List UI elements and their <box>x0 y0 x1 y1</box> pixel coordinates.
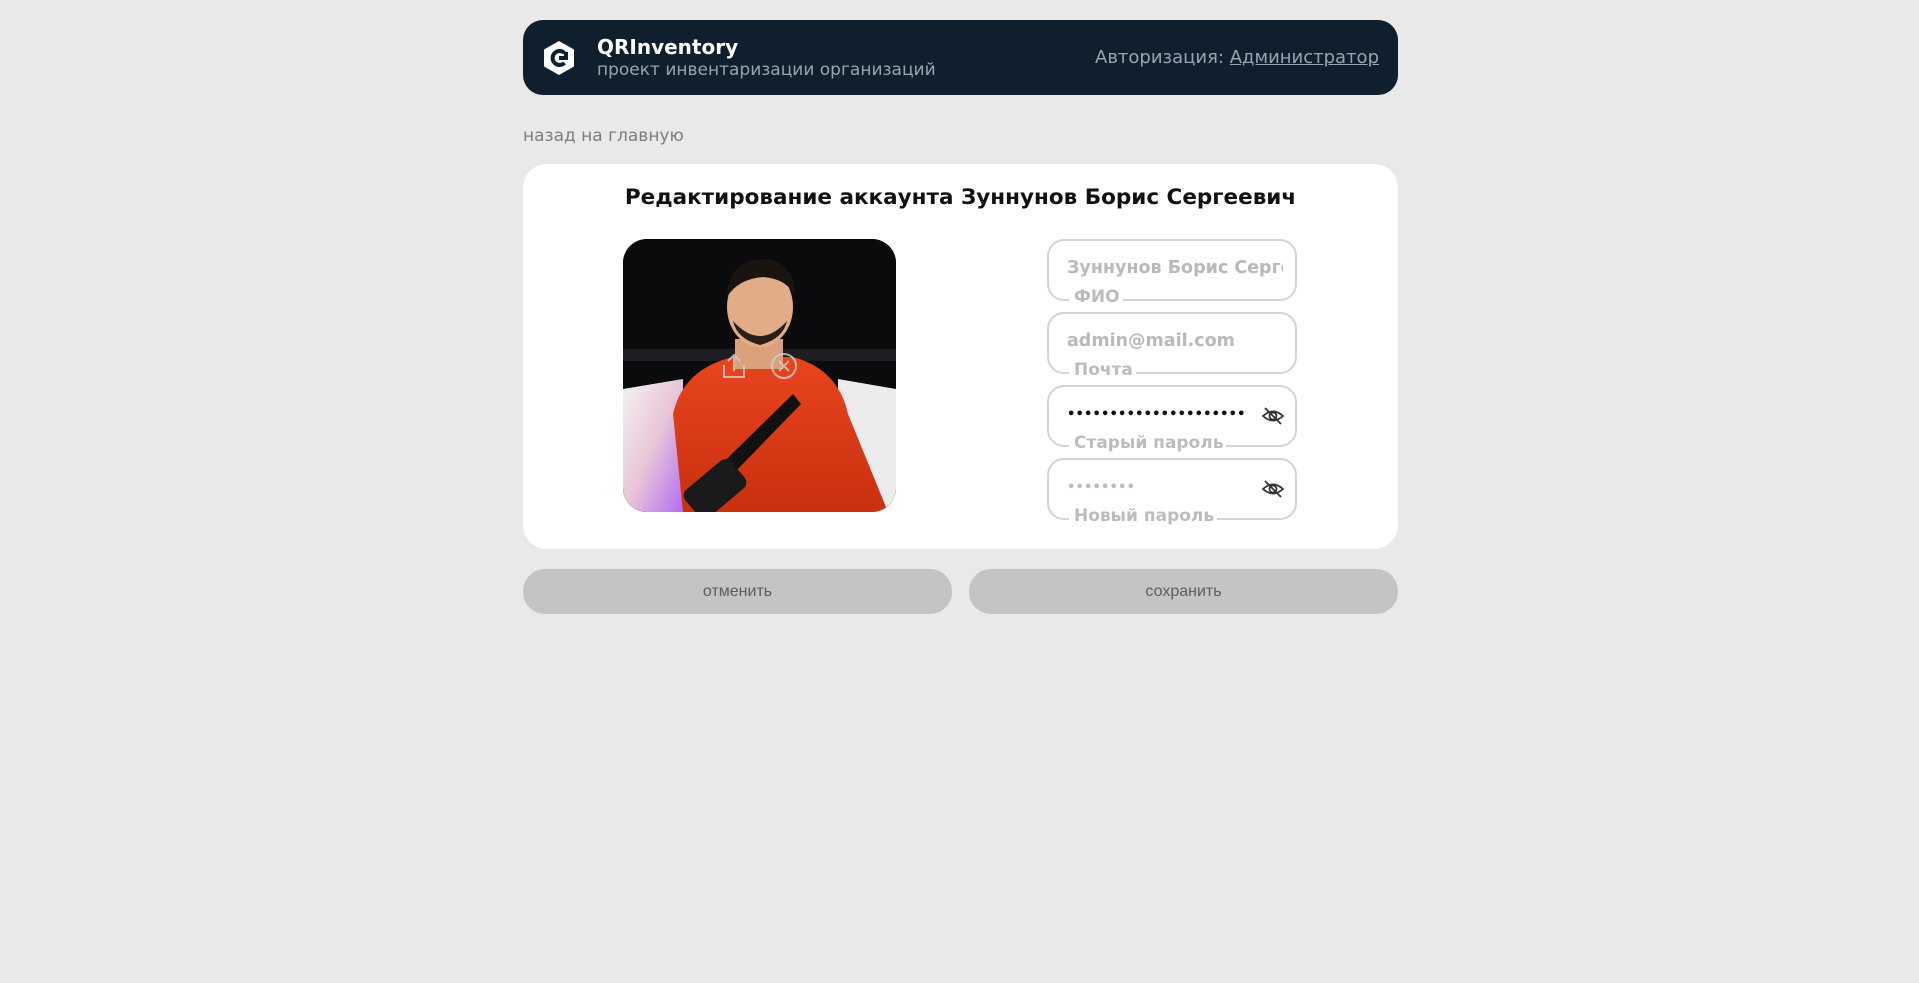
app-header: QRInventory проект инвентаризации органи… <box>523 20 1398 95</box>
brand-name: QRInventory <box>597 34 739 59</box>
brand-subtitle: проект инвентаризации организаций <box>597 59 936 80</box>
name-input[interactable]: Зуннунов Борис Сергеевич <box>1067 258 1283 278</box>
auth-role-link[interactable]: Администратор <box>1230 47 1379 68</box>
name-field[interactable]: Зуннунов Борис Сергеевич ФИО <box>1047 239 1297 307</box>
page-container: QRInventory проект инвентаризации органи… <box>523 20 1398 614</box>
name-label: ФИО <box>1069 287 1123 307</box>
back-to-home-link[interactable]: назад на главную <box>523 126 684 146</box>
auth-prefix: Авторизация: <box>1095 47 1224 68</box>
avatar-photo[interactable] <box>623 239 896 512</box>
email-field[interactable]: admin@mail.com Почта <box>1047 312 1297 380</box>
email-input[interactable]: admin@mail.com <box>1067 331 1283 351</box>
page-title: Редактирование аккаунта Зуннунов Борис С… <box>624 185 1297 210</box>
old-password-label: Старый пароль <box>1069 433 1227 453</box>
email-label: Почта <box>1069 360 1136 380</box>
edit-account-card: Редактирование аккаунта Зуннунов Борис С… <box>523 164 1398 549</box>
old-password-input[interactable]: •••••••••••••••••••••••• <box>1067 407 1245 422</box>
cancel-button[interactable]: отменить <box>523 569 952 614</box>
remove-icon[interactable] <box>769 351 799 381</box>
avatar-image <box>623 239 896 512</box>
new-password-field[interactable]: •••••••• Новый пароль <box>1047 458 1297 526</box>
eye-off-icon[interactable] <box>1261 477 1285 501</box>
old-password-field[interactable]: •••••••••••••••••••••••• Старый пароль <box>1047 385 1297 453</box>
new-password-input[interactable]: •••••••• <box>1067 480 1245 495</box>
upload-icon[interactable] <box>719 351 749 381</box>
qr-inventory-logo-icon <box>544 40 574 75</box>
brand: QRInventory проект инвентаризации органи… <box>597 35 936 81</box>
auth-status: Авторизация: Администратор <box>1095 47 1379 68</box>
form-actions: отменить сохранить <box>523 569 1398 614</box>
new-password-label: Новый пароль <box>1069 506 1218 526</box>
eye-off-icon[interactable] <box>1261 404 1285 428</box>
save-button[interactable]: сохранить <box>969 569 1398 614</box>
